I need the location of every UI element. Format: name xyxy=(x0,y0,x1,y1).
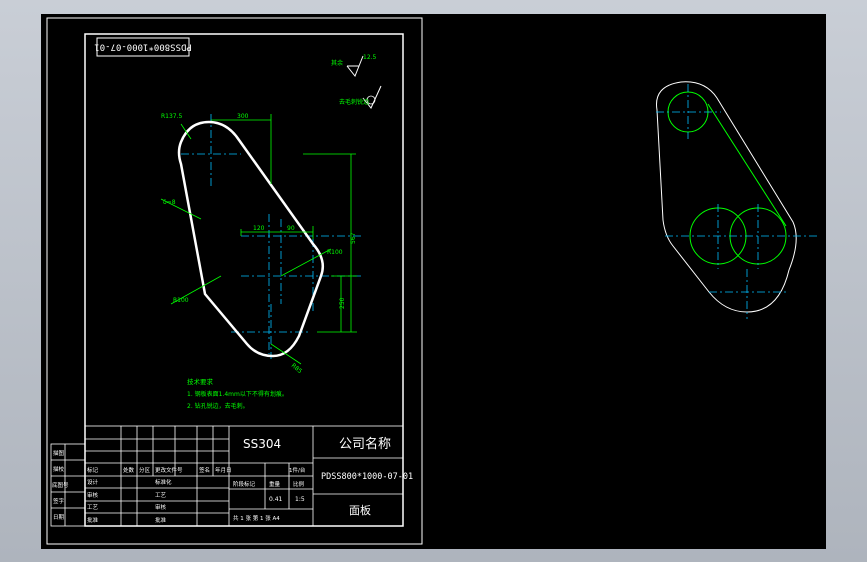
sheet-inner-frame xyxy=(84,33,404,527)
dim-r137: R137.5 xyxy=(161,113,183,120)
side-label: 描校 xyxy=(53,465,65,473)
title-weight: 0.41 xyxy=(269,496,283,503)
dim-90: 90 xyxy=(287,225,295,232)
row-label: 批准 xyxy=(155,516,167,524)
roughness-value: 12.5 xyxy=(363,54,377,61)
stage-label: 重量 xyxy=(269,480,281,488)
model-view xyxy=(656,81,817,319)
model-outline xyxy=(656,81,797,313)
row-label: 工艺 xyxy=(155,492,167,499)
roughness-symbol-1 xyxy=(346,55,364,77)
title-quantity: 1件/台 xyxy=(289,466,306,474)
side-label: 签字 xyxy=(53,497,65,505)
roughness-label-2: 去毛刺锐边 xyxy=(339,98,369,106)
part-outline-left xyxy=(177,120,324,358)
row-label: 审核 xyxy=(155,503,167,511)
row-label: 批准 xyxy=(87,516,99,524)
row-label: 标准化 xyxy=(155,478,172,486)
cad-canvas[interactable]: PDSS800*1000-07-01 12.5 其余 去毛刺锐边 R137.5 … xyxy=(41,14,826,549)
header-label: 签名 xyxy=(199,466,210,474)
dim-thickness: δ=8 xyxy=(163,199,176,206)
title-stage-labels: 阶段标记 重量 比例 xyxy=(233,480,305,488)
title-company-name: 公司名称 xyxy=(339,436,391,452)
row-label: 审核 xyxy=(87,491,99,499)
row-label: 设计 xyxy=(87,478,99,486)
row-label: 工艺 xyxy=(87,504,99,511)
stage-label: 比例 xyxy=(293,480,305,488)
roughness-label-1: 其余 xyxy=(331,59,343,67)
dim-r85: R85 xyxy=(290,362,304,375)
dimension-lines-left xyxy=(160,114,357,365)
header-label: 处数 xyxy=(123,466,135,474)
title-scale: 1:5 xyxy=(295,496,305,503)
dim-300: 300 xyxy=(237,113,249,120)
dim-120: 120 xyxy=(253,225,265,232)
side-label: 日期 xyxy=(53,514,65,521)
dim-r100-left: R100 xyxy=(173,297,189,304)
tech-notes-title: 技术要求 xyxy=(187,377,214,386)
tech-note-2: 2. 钻孔锐边，去毛刺。 xyxy=(187,402,249,410)
title-material: SS304 xyxy=(243,437,281,451)
title-sheet-info: 共 1 张 第 1 张 A4 xyxy=(233,514,280,522)
header-label: 年月日 xyxy=(215,466,232,474)
dim-r100-right: R100 xyxy=(327,249,343,256)
side-label: 底图号 xyxy=(52,481,69,489)
header-label: 标记 xyxy=(87,466,99,474)
tech-note-1: 1. 钢板表面1.4mm以下不得有划痕。 xyxy=(187,390,288,398)
part-number-rotated: PDSS800*1000-07-01 xyxy=(94,42,192,52)
header-label: 分区 xyxy=(139,466,151,474)
title-drawing-number: PDSS800*1000-07-01 xyxy=(321,472,413,482)
title-part-name: 面板 xyxy=(349,503,371,517)
side-label: 描图 xyxy=(53,449,65,457)
title-header-labels: 标记 处数 分区 更改文件号 签名 年月日 xyxy=(87,466,232,474)
stage-label: 阶段标记 xyxy=(233,480,256,488)
dim-250: 250 xyxy=(339,297,346,309)
header-label: 更改文件号 xyxy=(155,466,183,474)
sheet-outer-frame xyxy=(46,17,423,545)
dim-567: 567 xyxy=(350,232,357,244)
dimension-texts-left: R137.5 300 δ=8 120 90 R100 567 250 R100 … xyxy=(161,113,357,375)
